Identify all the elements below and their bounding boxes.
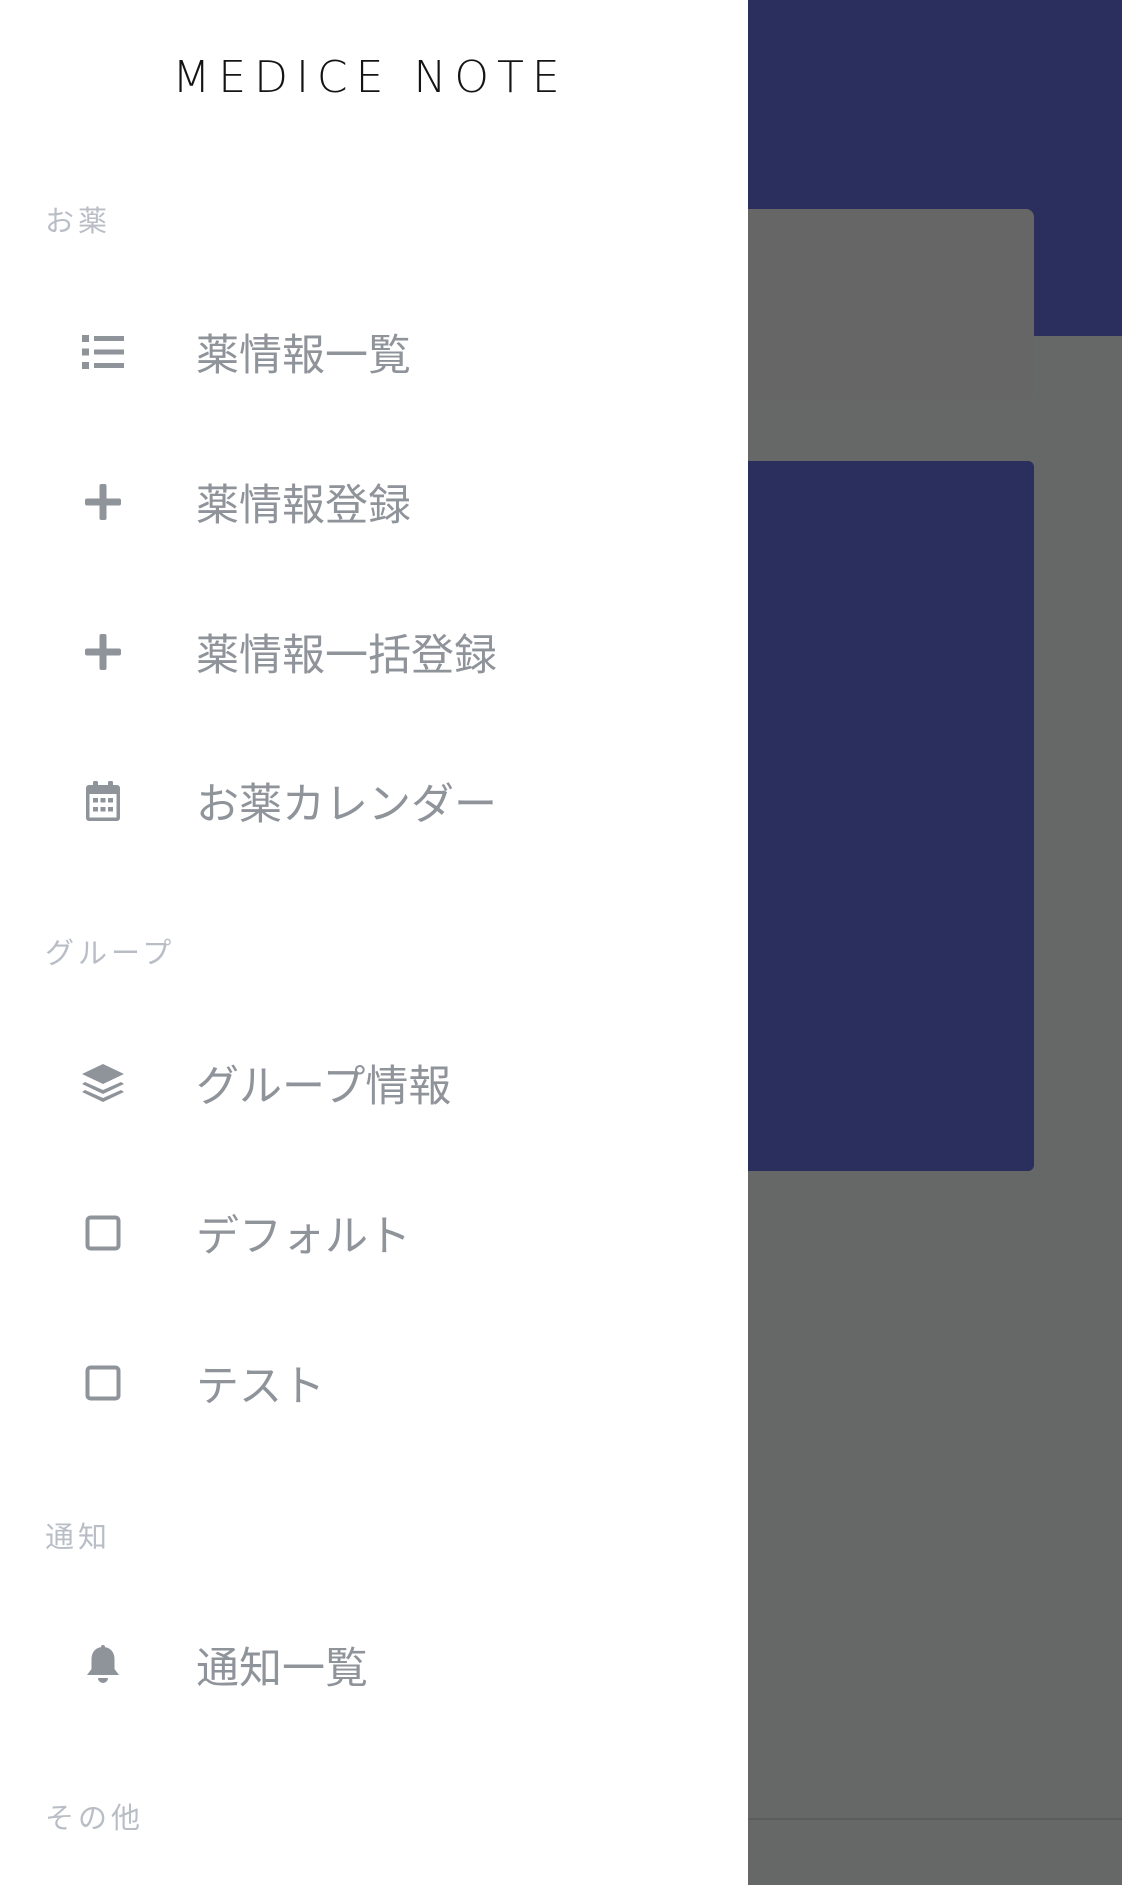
menu-item-medicine-register[interactable]: 薬情報登録 <box>0 432 748 572</box>
bell-icon <box>81 1643 125 1687</box>
plus-icon <box>81 480 125 524</box>
plus-icon <box>81 630 125 674</box>
menu-item-group-default[interactable]: デフォルト <box>0 1163 748 1303</box>
menu-item-label: 薬情報一覧 <box>196 331 411 381</box>
section-header-other: その他 <box>45 1801 145 1835</box>
menu-item-medicine-calendar[interactable]: お薬カレンダー <box>0 731 748 871</box>
menu-item-medicine-list[interactable]: 薬情報一覧 <box>0 282 748 422</box>
menu-item-group-test[interactable]: テスト <box>0 1313 748 1453</box>
menu-item-label: グループ情報 <box>196 1062 452 1112</box>
layers-icon <box>81 1061 125 1105</box>
menu-item-label: お薬カレンダー <box>196 780 497 830</box>
app-title: MEDICE NOTE <box>172 52 568 103</box>
background-bottom-divider <box>748 1818 1122 1820</box>
checkbox-icon <box>81 1211 125 1255</box>
menu-item-label: 薬情報一括登録 <box>196 631 497 681</box>
navigation-drawer: MEDICE NOTE お薬 薬情報一覧 薬情報登録 薬情報一括登録 お薬カレン… <box>0 0 748 1885</box>
section-header-medicine: お薬 <box>45 204 112 238</box>
section-header-group: グループ <box>45 936 176 970</box>
menu-item-label: テスト <box>196 1362 325 1412</box>
menu-item-notification-list[interactable]: 通知一覧 <box>0 1595 748 1735</box>
section-header-notification: 通知 <box>45 1520 112 1554</box>
list-icon <box>81 330 125 374</box>
menu-item-group-info[interactable]: グループ情報 <box>0 1013 748 1153</box>
menu-item-label: 通知一覧 <box>196 1644 368 1694</box>
menu-item-label: デフォルト <box>196 1212 411 1262</box>
menu-item-medicine-bulk-register[interactable]: 薬情報一括登録 <box>0 582 748 722</box>
calendar-icon <box>81 779 125 823</box>
checkbox-icon <box>81 1361 125 1405</box>
app-screen: が見 MEDICE NOTE お薬 薬情報一覧 <box>0 0 1122 1885</box>
menu-item-label: 薬情報登録 <box>196 481 411 531</box>
